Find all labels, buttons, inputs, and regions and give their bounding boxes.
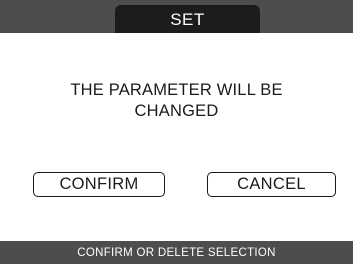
dialog-message: THE PARAMETER WILL BE CHANGED [0,80,353,122]
cancel-button[interactable]: CANCEL [207,172,336,197]
header-bar: SET [0,0,353,33]
footer-hint: CONFIRM OR DELETE SELECTION [0,241,353,264]
confirm-button[interactable]: CONFIRM [33,172,165,197]
message-line-2: CHANGED [134,102,219,120]
confirm-dialog-screen: SET THE PARAMETER WILL BE CHANGED CONFIR… [0,0,353,264]
message-line-1: THE PARAMETER WILL BE [70,81,283,99]
screen-title: SET [115,5,260,33]
